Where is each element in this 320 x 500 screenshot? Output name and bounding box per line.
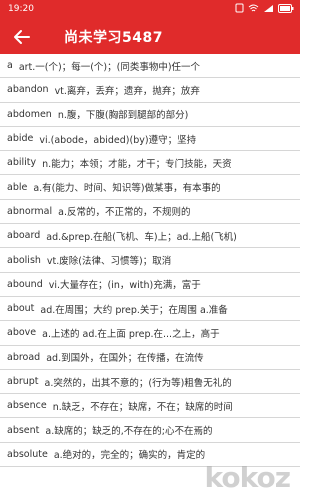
word-text: abroad xyxy=(7,351,41,363)
list-item[interactable]: a art.一(个)；每一(个)；(同类事物中)任一个 xyxy=(0,54,300,79)
word-definition: n.缺乏，不存在；缺席，不在；缺席的时间 xyxy=(52,401,233,413)
word-definition: a.有(能力、时间、知识等)做某事，有本事的 xyxy=(33,183,221,195)
word-definition: vi.大量存在；(in，with)充满，富于 xyxy=(48,280,201,292)
word-definition: ad.&prep.在船(飞机、车)上；ad.上船(飞机) xyxy=(46,231,237,243)
status-icons xyxy=(235,3,294,13)
status-time: 19:20 xyxy=(8,4,34,14)
word-text: abide xyxy=(7,133,34,145)
sim-icon xyxy=(235,3,244,13)
list-item[interactable]: above a.上述的 ad.在上面 prep.在...之上，高于 xyxy=(0,321,300,346)
word-text: a xyxy=(7,60,13,72)
word-definition: vt.离弃，丢弃；遗弃，抛弃；放弃 xyxy=(54,85,200,97)
word-text: ability xyxy=(7,157,37,169)
watermark-logo: kokoz xyxy=(204,461,291,494)
signal-icon xyxy=(264,4,273,12)
word-definition: a.绝对的，完全的；确实的，肯定的 xyxy=(53,450,206,462)
list-item[interactable]: abroad ad.到国外，在国外；在传播，在流传 xyxy=(0,346,300,370)
word-definition: ad.在周围；大约 prep.关于；在周围 a.准备 xyxy=(40,304,228,316)
word-text: absolute xyxy=(7,448,48,460)
list-item[interactable]: absent a.缺席的；缺乏的,不存在的;心不在焉的 xyxy=(0,418,300,443)
word-definition: a.反常的，不正常的，不规则的 xyxy=(58,207,191,219)
list-item[interactable]: about ad.在周围；大约 prep.关于；在周围 a.准备 xyxy=(0,297,300,322)
word-text: abrupt xyxy=(7,376,39,387)
list-item[interactable]: abdomen n.腹，下腹(胸部到腿部的部分) xyxy=(0,103,300,127)
word-text: abound xyxy=(7,278,43,290)
word-text: absent xyxy=(7,424,40,436)
wifi-icon xyxy=(248,4,259,11)
back-arrow-icon[interactable] xyxy=(12,27,32,47)
list-item[interactable]: ability n.能力；本领；才能，才干；专门技能，天资 xyxy=(0,151,300,176)
word-text: abandon xyxy=(7,84,49,96)
word-text: abnormal xyxy=(7,205,53,217)
word-text: about xyxy=(7,303,35,315)
word-text: above xyxy=(7,327,37,339)
app-bar: 尚未学习5487 xyxy=(0,20,300,54)
list-item[interactable]: absence n.缺乏，不存在；缺席，不在；缺席的时间 xyxy=(0,394,300,419)
word-text: abdomen xyxy=(7,108,52,120)
battery-icon xyxy=(278,3,294,13)
list-item[interactable]: abrupt a.突然的，出其不意的；(行为等)粗鲁无礼的 xyxy=(0,370,300,395)
word-definition: a.缺席的；缺乏的,不存在的;心不在焉的 xyxy=(45,426,213,438)
word-definition: n.能力；本领；才能，才干；专门技能，天资 xyxy=(42,158,232,170)
list-item[interactable]: abound vi.大量存在；(in，with)充满，富于 xyxy=(0,273,300,297)
word-definition: a.上述的 ad.在上面 prep.在...之上，高于 xyxy=(42,328,220,340)
word-definition: a.突然的，出其不意的；(行为等)粗鲁无礼的 xyxy=(44,377,232,389)
list-item[interactable]: abolish vt.废除(法律、习惯等)；取消 xyxy=(0,248,300,273)
list-item[interactable]: abandon vt.离弃，丢弃；遗弃，抛弃；放弃 xyxy=(0,78,300,103)
list-item[interactable]: abide vi.(abode，abided)(by)遵守；坚持 xyxy=(0,127,300,152)
word-list: a art.一(个)；每一(个)；(同类事物中)任一个 abandon vt.离弃，丢… xyxy=(0,54,300,500)
list-item[interactable]: aboard ad.&prep.在船(飞机、车)上；ad.上船(飞机) xyxy=(0,224,300,249)
word-text: abolish xyxy=(7,254,41,266)
page-title: 尚未学习5487 xyxy=(64,30,163,46)
word-definition: vt.废除(法律、习惯等)；取消 xyxy=(46,256,172,268)
word-definition: vi.(abode，abided)(by)遵守；坚持 xyxy=(39,134,197,146)
word-text: aboard xyxy=(7,230,41,242)
word-definition: art.一(个)；每一(个)；(同类事物中)任一个 xyxy=(18,61,201,73)
word-definition: ad.到国外，在国外；在传播，在流传 xyxy=(46,353,204,365)
list-item[interactable]: abnormal a.反常的，不正常的，不规则的 xyxy=(0,200,300,225)
word-text: absence xyxy=(7,400,47,412)
list-item[interactable]: able a.有(能力、时间、知识等)做某事，有本事的 xyxy=(0,175,300,200)
status-bar: 19:20 xyxy=(0,0,300,20)
word-definition: n.腹，下腹(胸部到腿部的部分) xyxy=(57,110,189,122)
word-text: able xyxy=(7,181,28,193)
